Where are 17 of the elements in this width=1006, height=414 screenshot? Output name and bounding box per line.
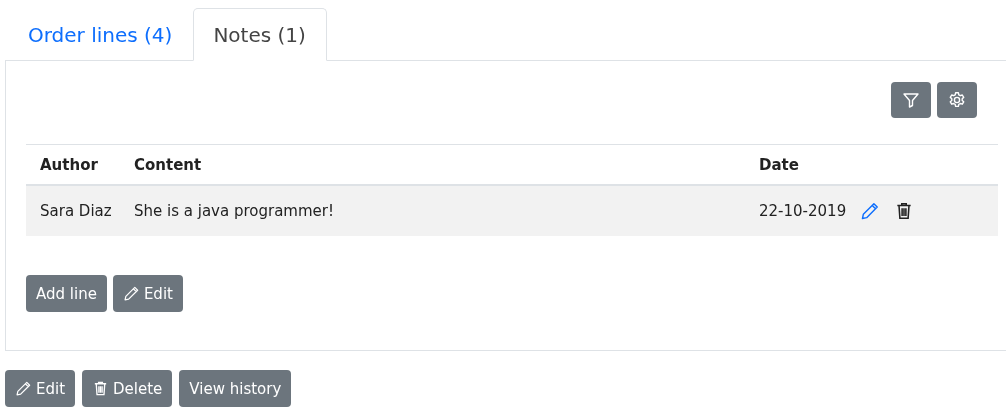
filter-icon <box>902 91 920 109</box>
delete-button[interactable]: Delete <box>82 370 173 407</box>
tab[interactable]: Order lines (4) <box>8 8 194 61</box>
table-cell: Sara Diaz <box>40 202 112 220</box>
settings-icon <box>948 91 966 109</box>
action-button[interactable]: View history <box>179 370 292 407</box>
pencil-icon <box>122 285 140 302</box>
action-button[interactable]: Add line <box>26 275 107 312</box>
pencil-icon <box>15 380 32 397</box>
table-cell: She is a java programmer! <box>134 202 334 220</box>
tab[interactable]: Notes (1) <box>193 8 327 61</box>
edit-button[interactable]: Edit <box>112 275 183 312</box>
pencil-icon[interactable] <box>860 201 881 221</box>
filter-button[interactable] <box>891 82 931 118</box>
edit-button[interactable]: Edit <box>5 370 76 407</box>
settings-button[interactable] <box>937 82 977 118</box>
table-cell: 22-10-2019 <box>759 202 847 220</box>
